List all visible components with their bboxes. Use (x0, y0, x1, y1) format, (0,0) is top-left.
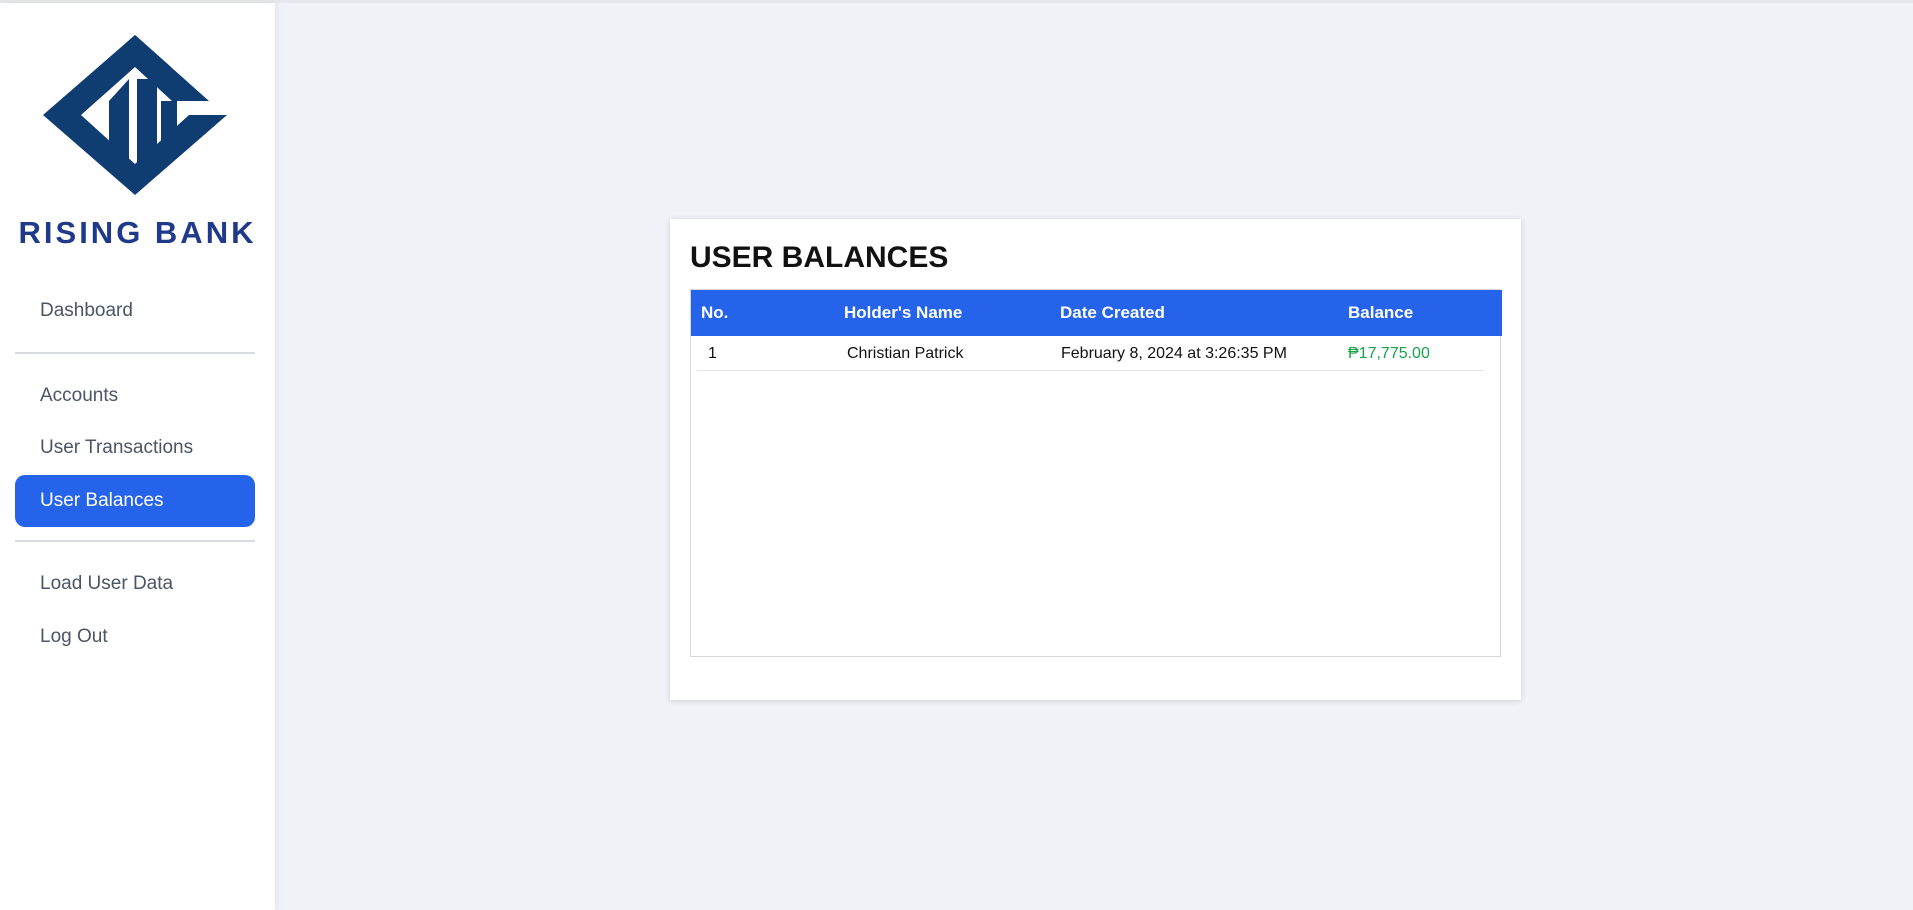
sidebar-item-label: User Balances (40, 490, 164, 511)
cell-date-created: February 8, 2024 at 3:26:35 PM (1061, 345, 1287, 362)
sidebar-item-label: Dashboard (40, 300, 133, 321)
sidebar-item-log-out[interactable]: Log Out (15, 611, 255, 663)
sidebar-item-accounts[interactable]: Accounts (15, 370, 255, 422)
cell-no: 1 (708, 345, 717, 362)
top-border (0, 0, 1913, 3)
page-title: USER BALANCES (690, 241, 949, 274)
sidebar-item-label: Load User Data (40, 573, 174, 594)
sidebar-item-label: Log Out (40, 626, 108, 647)
balances-table: No. Holder's Name Date Created Balance 1… (690, 289, 1502, 657)
sidebar-divider (15, 352, 255, 354)
column-header-date-created: Date Created (1060, 303, 1165, 322)
table-row: 1 Christian Patrick February 8, 2024 at … (697, 336, 1484, 371)
sidebar-item-user-transactions[interactable]: User Transactions (15, 422, 255, 474)
sidebar-item-label: Accounts (40, 385, 119, 406)
sidebar-item-dashboard[interactable]: Dashboard (15, 285, 255, 337)
sidebar-item-label: User Transactions (40, 437, 194, 458)
column-header-balance: Balance (1348, 303, 1414, 322)
sidebar-item-load-user-data[interactable]: Load User Data (15, 558, 255, 610)
sidebar-divider (15, 540, 255, 542)
user-balances-card: USER BALANCES No. Holder's Name Date Cre… (670, 219, 1521, 700)
sidebar: RISING BANK Dashboard Accounts User Tran… (0, 3, 275, 910)
cell-balance: ₱17,775.00 (1348, 345, 1430, 362)
column-header-no: No. (701, 303, 729, 322)
brand-name: RISING BANK (18, 215, 257, 250)
cell-holder-name: Christian Patrick (847, 345, 964, 362)
column-header-holder-name: Holder's Name (844, 303, 963, 322)
sidebar-item-user-balances[interactable]: User Balances (15, 475, 255, 527)
table-header: No. Holder's Name Date Created Balance (691, 290, 1502, 336)
rising-bank-logo-icon (43, 35, 227, 195)
